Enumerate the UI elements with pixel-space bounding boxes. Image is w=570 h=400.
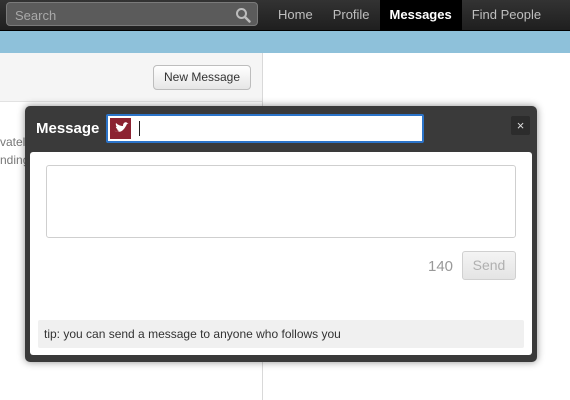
top-navigation-bar: Home Profile Messages Find People bbox=[0, 0, 570, 31]
dialog-title: Message bbox=[36, 120, 100, 137]
search-icon[interactable] bbox=[235, 7, 251, 23]
nav-profile[interactable]: Profile bbox=[323, 0, 380, 30]
tip-text: tip: you can send a message to anyone wh… bbox=[38, 320, 524, 348]
nav-messages[interactable]: Messages bbox=[379, 0, 462, 30]
send-button[interactable]: Send bbox=[462, 251, 516, 280]
recipient-field[interactable] bbox=[106, 114, 424, 143]
text-caret bbox=[139, 121, 140, 136]
dialog-body: 140 Send tip: you can send a message to … bbox=[30, 152, 532, 355]
bird-icon bbox=[114, 122, 129, 132]
avatar bbox=[110, 118, 131, 139]
message-dialog: Message × 140 Send tip: you can send a m… bbox=[25, 106, 537, 362]
new-message-button[interactable]: New Message bbox=[153, 65, 251, 90]
character-counter: 140 bbox=[428, 258, 454, 275]
nav-home[interactable]: Home bbox=[268, 0, 323, 30]
accent-bar bbox=[0, 31, 570, 53]
search-box[interactable] bbox=[6, 2, 258, 26]
close-button[interactable]: × bbox=[511, 116, 530, 135]
nav-find-people[interactable]: Find People bbox=[462, 0, 551, 30]
main-nav: Home Profile Messages Find People bbox=[268, 0, 551, 30]
message-textarea[interactable] bbox=[46, 165, 516, 238]
messages-header: New Message bbox=[0, 53, 262, 102]
search-input[interactable] bbox=[13, 6, 227, 24]
